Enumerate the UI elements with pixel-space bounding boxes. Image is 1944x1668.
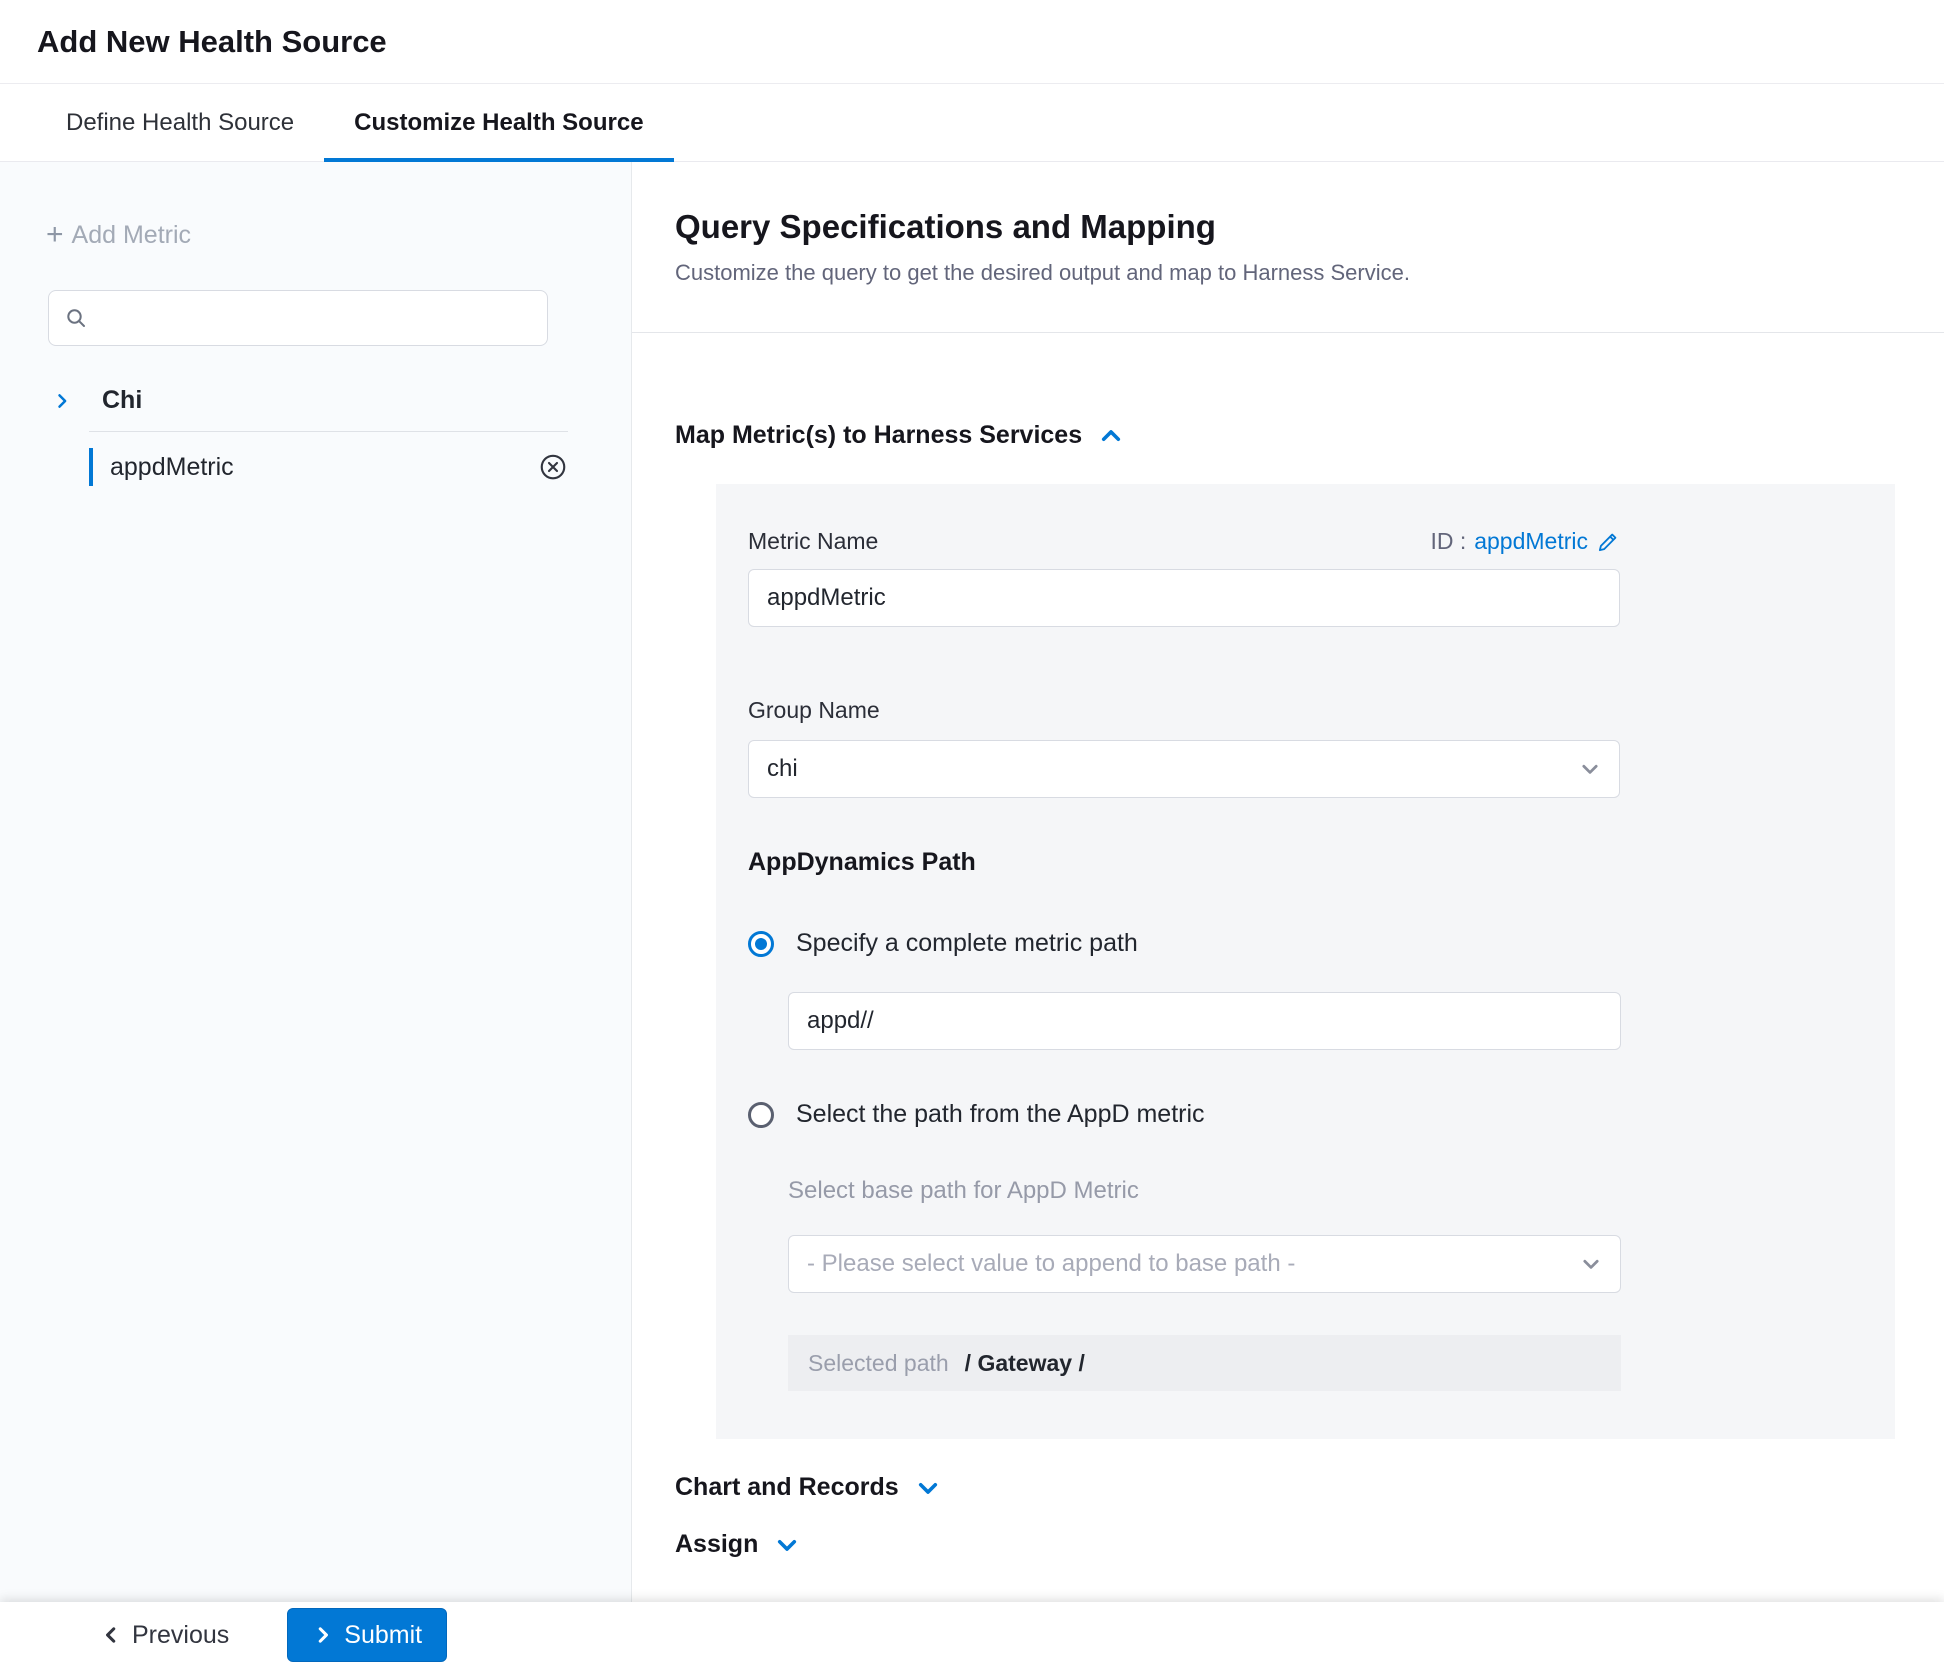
chevron-up-icon (1098, 423, 1124, 449)
chevron-down-icon (1579, 758, 1601, 780)
selected-path-value: / Gateway / (965, 1350, 1085, 1377)
section-title: Query Specifications and Mapping (675, 208, 1944, 246)
group-name-select[interactable]: chi (748, 740, 1620, 798)
assign-title: Assign (675, 1530, 758, 1559)
chevron-left-icon (100, 1624, 122, 1646)
chart-records-section-toggle[interactable]: Chart and Records (675, 1473, 1944, 1502)
map-metrics-form: Metric Name ID : appdMetric Group Name (716, 484, 1895, 1439)
chevron-down-icon (915, 1475, 941, 1501)
radio-option-complete-path[interactable]: Specify a complete metric path (748, 929, 1895, 958)
footer-bar: Previous Submit (0, 1602, 1944, 1668)
id-value-link[interactable]: appdMetric (1474, 528, 1588, 555)
submit-label: Submit (344, 1621, 422, 1650)
metrics-sidebar: + Add Metric Chi (0, 162, 632, 1602)
chevron-down-icon (1580, 1253, 1602, 1275)
previous-button[interactable]: Previous (100, 1621, 229, 1650)
radio-select-path-label: Select the path from the AppD metric (796, 1100, 1205, 1129)
page-header: Add New Health Source (0, 0, 1944, 84)
group-name-value: chi (767, 755, 1579, 783)
tab-customize-health-source[interactable]: Customize Health Source (324, 84, 673, 161)
selected-path-display: Selected path / Gateway / (788, 1335, 1621, 1391)
base-path-placeholder: - Please select value to append to base … (807, 1250, 1580, 1278)
query-spec-panel: Query Specifications and Mapping Customi… (632, 162, 1944, 1602)
radio-option-select-path[interactable]: Select the path from the AppD metric (748, 1100, 1895, 1129)
selected-accent-bar (89, 448, 93, 486)
divider (632, 332, 1944, 333)
chart-records-title: Chart and Records (675, 1473, 899, 1502)
plus-icon: + (46, 220, 64, 250)
chevron-down-icon (774, 1532, 800, 1558)
previous-label: Previous (132, 1621, 229, 1650)
metric-name-input[interactable] (748, 569, 1620, 627)
group-name-label: Group Name (748, 697, 1895, 724)
selected-path-label: Selected path (808, 1350, 949, 1377)
add-metric-button[interactable]: + Add Metric (46, 220, 191, 250)
appdynamics-path-heading: AppDynamics Path (748, 848, 1895, 877)
search-input[interactable] (97, 305, 531, 332)
map-metrics-section-toggle[interactable]: Map Metric(s) to Harness Services (675, 421, 1944, 450)
complete-metric-path-input[interactable] (788, 992, 1621, 1050)
search-icon (65, 307, 87, 329)
page-title: Add New Health Source (37, 24, 387, 60)
add-metric-label: Add Metric (72, 221, 191, 250)
group-label: Chi (102, 386, 142, 415)
base-path-select[interactable]: - Please select value to append to base … (788, 1235, 1621, 1293)
metric-item-label: appdMetric (110, 453, 538, 482)
group-divider (89, 431, 568, 432)
add-health-source-page: Add New Health Source Define Health Sour… (0, 0, 1944, 1668)
id-label: ID : (1430, 528, 1466, 555)
chevron-right-icon (52, 391, 72, 411)
radio-complete-path[interactable] (748, 931, 774, 957)
radio-complete-path-label: Specify a complete metric path (796, 929, 1138, 958)
section-subtitle: Customize the query to get the desired o… (675, 260, 1944, 286)
tab-define-health-source[interactable]: Define Health Source (36, 84, 324, 161)
metric-search[interactable] (48, 290, 548, 346)
edit-pencil-icon[interactable] (1596, 530, 1620, 554)
assign-section-toggle[interactable]: Assign (675, 1530, 1944, 1559)
tab-bar: Define Health Source Customize Health So… (0, 84, 1944, 162)
chevron-right-icon (312, 1624, 334, 1646)
map-metrics-title: Map Metric(s) to Harness Services (675, 421, 1082, 450)
sidebar-item-appdmetric[interactable]: appdMetric (89, 448, 568, 486)
submit-button[interactable]: Submit (287, 1608, 447, 1662)
base-path-label: Select base path for AppD Metric (788, 1177, 1895, 1205)
sidebar-group-chi[interactable]: Chi (52, 386, 631, 415)
circle-x-icon[interactable] (538, 452, 568, 482)
metric-name-label: Metric Name (748, 528, 878, 555)
radio-select-path[interactable] (748, 1102, 774, 1128)
